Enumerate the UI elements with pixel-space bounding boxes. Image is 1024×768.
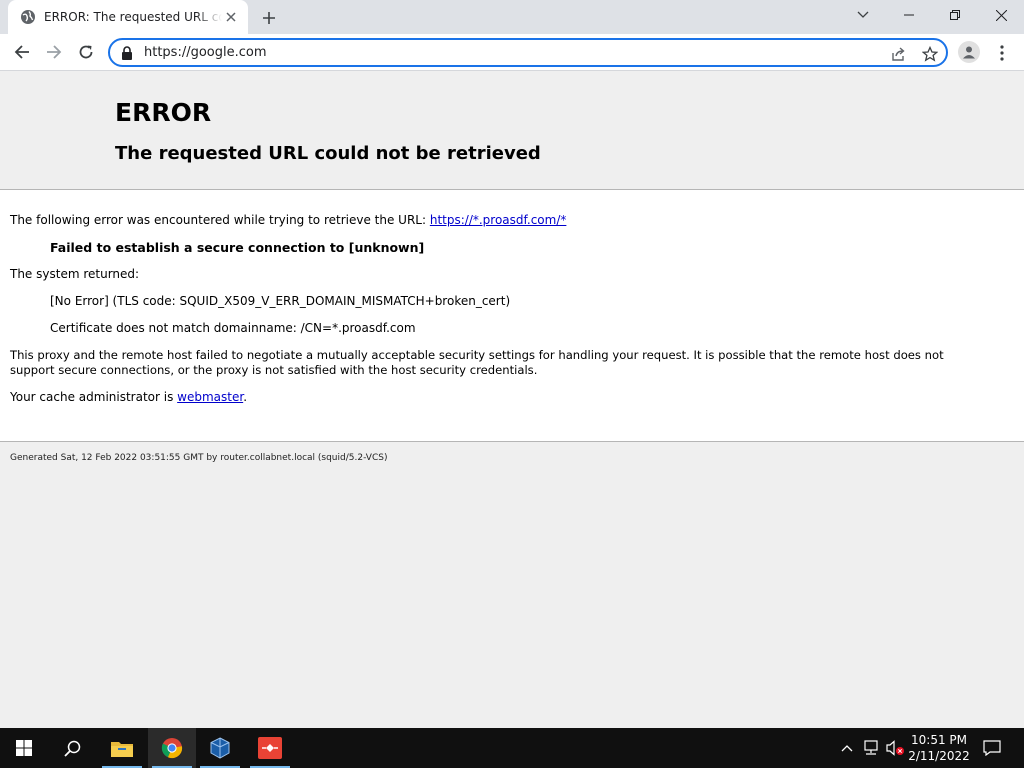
webmaster-link[interactable]: webmaster	[177, 390, 243, 404]
star-icon	[922, 46, 938, 62]
browser-tab[interactable]: ERROR: The requested URL could not be re…	[8, 0, 248, 34]
share-button[interactable]	[888, 44, 908, 64]
tls-code: [No Error] (TLS code: SQUID_X509_V_ERR_D…	[50, 294, 511, 308]
taskbar-clock[interactable]: 10:51 PM 2/11/2022	[905, 732, 973, 764]
notification-icon	[983, 740, 1001, 756]
tab-strip: ERROR: The requested URL could not be re…	[0, 0, 1024, 34]
network-tray-button[interactable]	[860, 738, 882, 758]
minimize-icon	[904, 14, 914, 16]
reload-button[interactable]	[72, 38, 100, 66]
windows-start-icon	[16, 740, 32, 756]
network-icon	[864, 740, 878, 755]
tab-title: ERROR: The requested URL could not be re…	[44, 10, 222, 24]
globe-icon	[21, 10, 35, 24]
file-explorer-button[interactable]	[98, 728, 146, 768]
volume-tray-button[interactable]	[884, 738, 906, 758]
avatar-icon	[963, 46, 975, 59]
admin-line: Your cache administrator is webmaster.	[10, 390, 247, 404]
action-center-button[interactable]	[980, 738, 1004, 758]
virtualbox-icon	[210, 737, 230, 759]
volume-muted-icon	[886, 740, 904, 756]
bookmark-button[interactable]	[920, 44, 940, 64]
error-heading: ERROR	[115, 98, 212, 127]
forward-button[interactable]	[40, 38, 68, 66]
restore-button[interactable]	[932, 0, 978, 30]
admin-suffix: .	[243, 390, 248, 404]
failure-message: Failed to establish a secure connection …	[50, 240, 425, 255]
error-subheading: The requested URL could not be retrieved	[115, 143, 541, 164]
system-returned-label: The system returned:	[10, 267, 140, 281]
chevron-up-icon	[841, 745, 853, 752]
intro-text: The following error was encountered whil…	[10, 213, 430, 227]
arrow-right-icon	[47, 45, 62, 59]
lock-icon[interactable]	[120, 45, 134, 60]
error-header: ERROR The requested URL could not be ret…	[0, 71, 1024, 190]
close-tab-icon[interactable]	[222, 8, 240, 26]
arrow-left-icon	[14, 45, 29, 59]
web-page: ERROR The requested URL could not be ret…	[0, 71, 1024, 728]
file-explorer-icon	[111, 742, 133, 757]
browser-toolbar	[0, 34, 1024, 71]
search-icon	[63, 740, 80, 757]
address-bar[interactable]	[108, 38, 948, 67]
chevron-down-icon	[857, 11, 869, 18]
minimize-button[interactable]	[886, 0, 932, 30]
show-hidden-icons-button[interactable]	[838, 738, 856, 758]
share-icon	[891, 46, 905, 61]
search-button[interactable]	[48, 728, 96, 768]
chrome-menu-button[interactable]	[994, 42, 1010, 64]
close-window-button[interactable]	[978, 0, 1024, 30]
profile-button[interactable]	[958, 41, 980, 63]
intro-line: The following error was encountered whil…	[10, 213, 566, 227]
certificate-message: Certificate does not match domainname: /…	[50, 321, 416, 335]
chrome-icon	[161, 738, 183, 759]
explanation-line-1: This proxy and the remote host failed to…	[10, 348, 944, 362]
back-button[interactable]	[8, 38, 36, 66]
clock-time: 10:51 PM	[911, 733, 967, 747]
restore-icon	[950, 10, 960, 20]
generated-footer: Generated Sat, 12 Feb 2022 03:51:55 GMT …	[10, 453, 388, 463]
reload-icon	[79, 45, 93, 59]
error-details: The following error was encountered whil…	[0, 190, 1024, 442]
virtualbox-button[interactable]	[196, 728, 244, 768]
url-input[interactable]	[144, 45, 844, 60]
requested-url-link[interactable]: https://*.proasdf.com/*	[430, 213, 567, 227]
new-tab-button[interactable]	[258, 7, 280, 29]
close-icon	[995, 9, 1007, 21]
git-button[interactable]	[246, 728, 294, 768]
plus-icon	[263, 12, 275, 24]
start-button[interactable]	[0, 728, 48, 768]
git-icon	[258, 737, 282, 759]
taskbar: 10:51 PM 2/11/2022	[0, 728, 1024, 768]
more-vert-icon	[1000, 45, 1004, 61]
chrome-taskbar-button[interactable]	[148, 728, 196, 768]
explanation-line-2: support secure connections, or the proxy…	[10, 363, 538, 377]
clock-date: 2/11/2022	[908, 749, 970, 763]
admin-prefix: Your cache administrator is	[10, 390, 178, 404]
tab-search-button[interactable]	[840, 0, 886, 30]
